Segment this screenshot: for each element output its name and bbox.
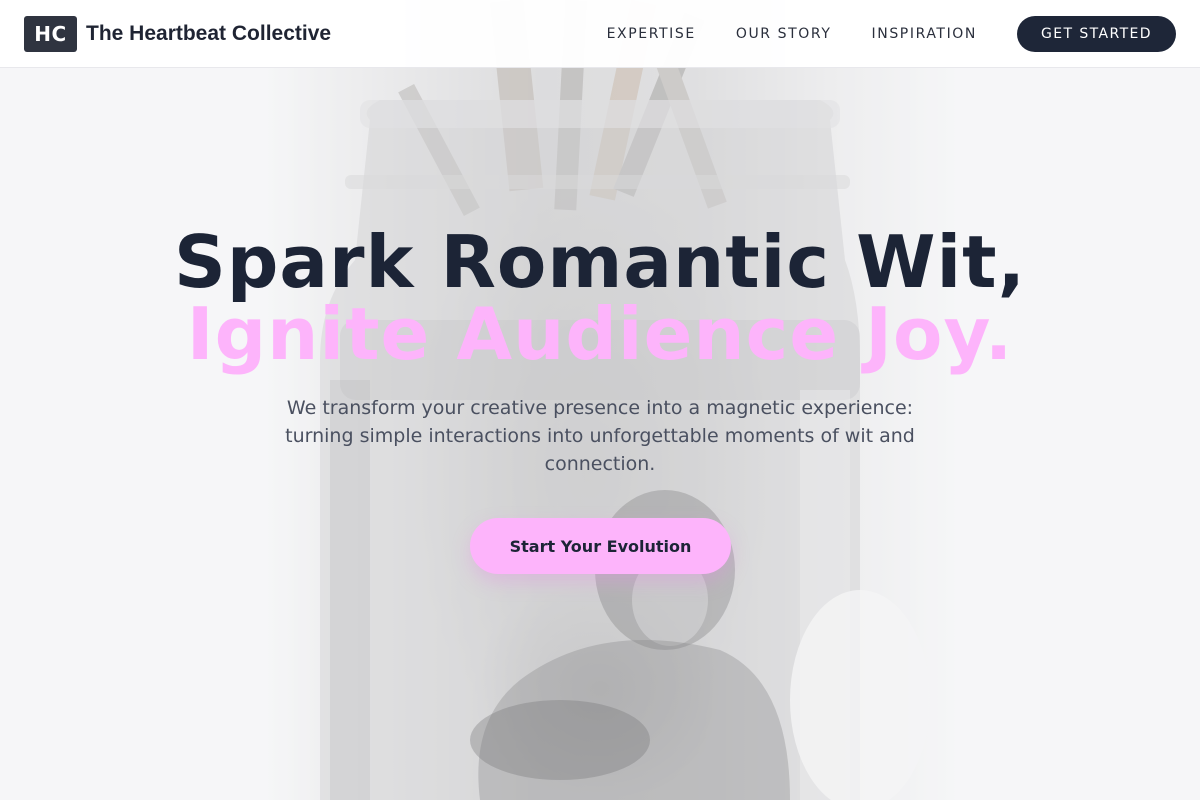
brand-name[interactable]: The Heartbeat Collective (86, 22, 331, 46)
start-evolution-button[interactable]: Start Your Evolution (470, 518, 731, 574)
landing-page: HC The Heartbeat Collective EXPERTISE OU… (0, 0, 1200, 800)
hero-headline-line2: Ignite Audience Joy. (186, 292, 1014, 376)
hero-subtitle: We transform your creative presence into… (285, 397, 915, 475)
hero-section: Spark Romantic Wit, Ignite Audience Joy.… (0, 0, 1200, 800)
nav-link-our-story[interactable]: OUR STORY (736, 26, 832, 42)
top-navbar: HC The Heartbeat Collective EXPERTISE OU… (0, 0, 1200, 68)
nav-link-expertise[interactable]: EXPERTISE (607, 26, 696, 42)
nav-link-inspiration[interactable]: INSPIRATION (872, 26, 977, 42)
nav-links: EXPERTISE OUR STORY INSPIRATION (607, 26, 977, 42)
hero-headline-line1: Spark Romantic Wit, (174, 220, 1026, 304)
get-started-button[interactable]: GET STARTED (1017, 15, 1176, 52)
logo-mark[interactable]: HC (24, 15, 77, 52)
